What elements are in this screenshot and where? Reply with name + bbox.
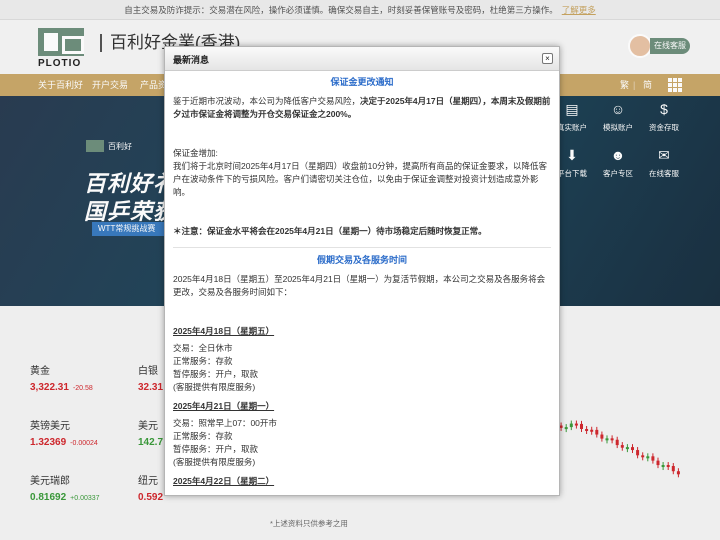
day1-title: 2025年4月18日（星期五） <box>173 326 275 336</box>
holiday-intro: 2025年4月18日（星期五）至2025年4月21日（星期一）为复活节假期，本公… <box>173 274 546 297</box>
day2-title: 2025年4月21日（星期一） <box>173 401 275 411</box>
section-title-margin: 保证金更改通知 <box>330 77 394 87</box>
day2-line: 交易：照常早上07：00开市 <box>173 418 277 428</box>
day1-line: (客服提供有限度服务) <box>173 382 256 392</box>
margin-increase-label: 保证金增加: <box>173 148 218 158</box>
section-title-holiday: 假期交易及各服务时间 <box>316 255 407 265</box>
day2-line: (客服提供有限度服务) <box>173 457 256 467</box>
day2-line: 正常服务：存款 <box>173 431 233 441</box>
day1-line: 正常服务：存款 <box>173 356 233 366</box>
margin-note: ＊注意：保证金水平将会在2025年4月21日（星期一）待市场稳定后随时恢复正常。 <box>173 226 487 236</box>
day2-line: 暂停服务：开户，取款 <box>173 444 259 454</box>
margin-notice-paragraph: 鉴于近期市况波动，本公司为降低客户交易风险，决定于2025年4月17日（星期四）… <box>173 96 551 119</box>
close-icon[interactable]: × <box>542 53 553 64</box>
news-modal: 最新消息 × 保证金更改通知 鉴于近期市况波动，本公司为降低客户交易风险，决定于… <box>164 46 560 496</box>
margin-increase-text: 我们将于北京时间2025年4月17日（星期四）收盘前10分钟，提高所有商品的保证… <box>173 161 548 197</box>
modal-body[interactable]: 保证金更改通知 鉴于近期市况波动，本公司为降低客户交易风险，决定于2025年4月… <box>165 72 559 495</box>
modal-header: 最新消息 × <box>165 47 559 71</box>
day1-line: 暂停服务：开户，取款 <box>173 369 259 379</box>
day1-line: 交易：全日休市 <box>173 343 233 353</box>
modal-title: 最新消息 <box>173 55 210 65</box>
day3-title: 2025年4月22日（星期二） <box>173 476 275 486</box>
